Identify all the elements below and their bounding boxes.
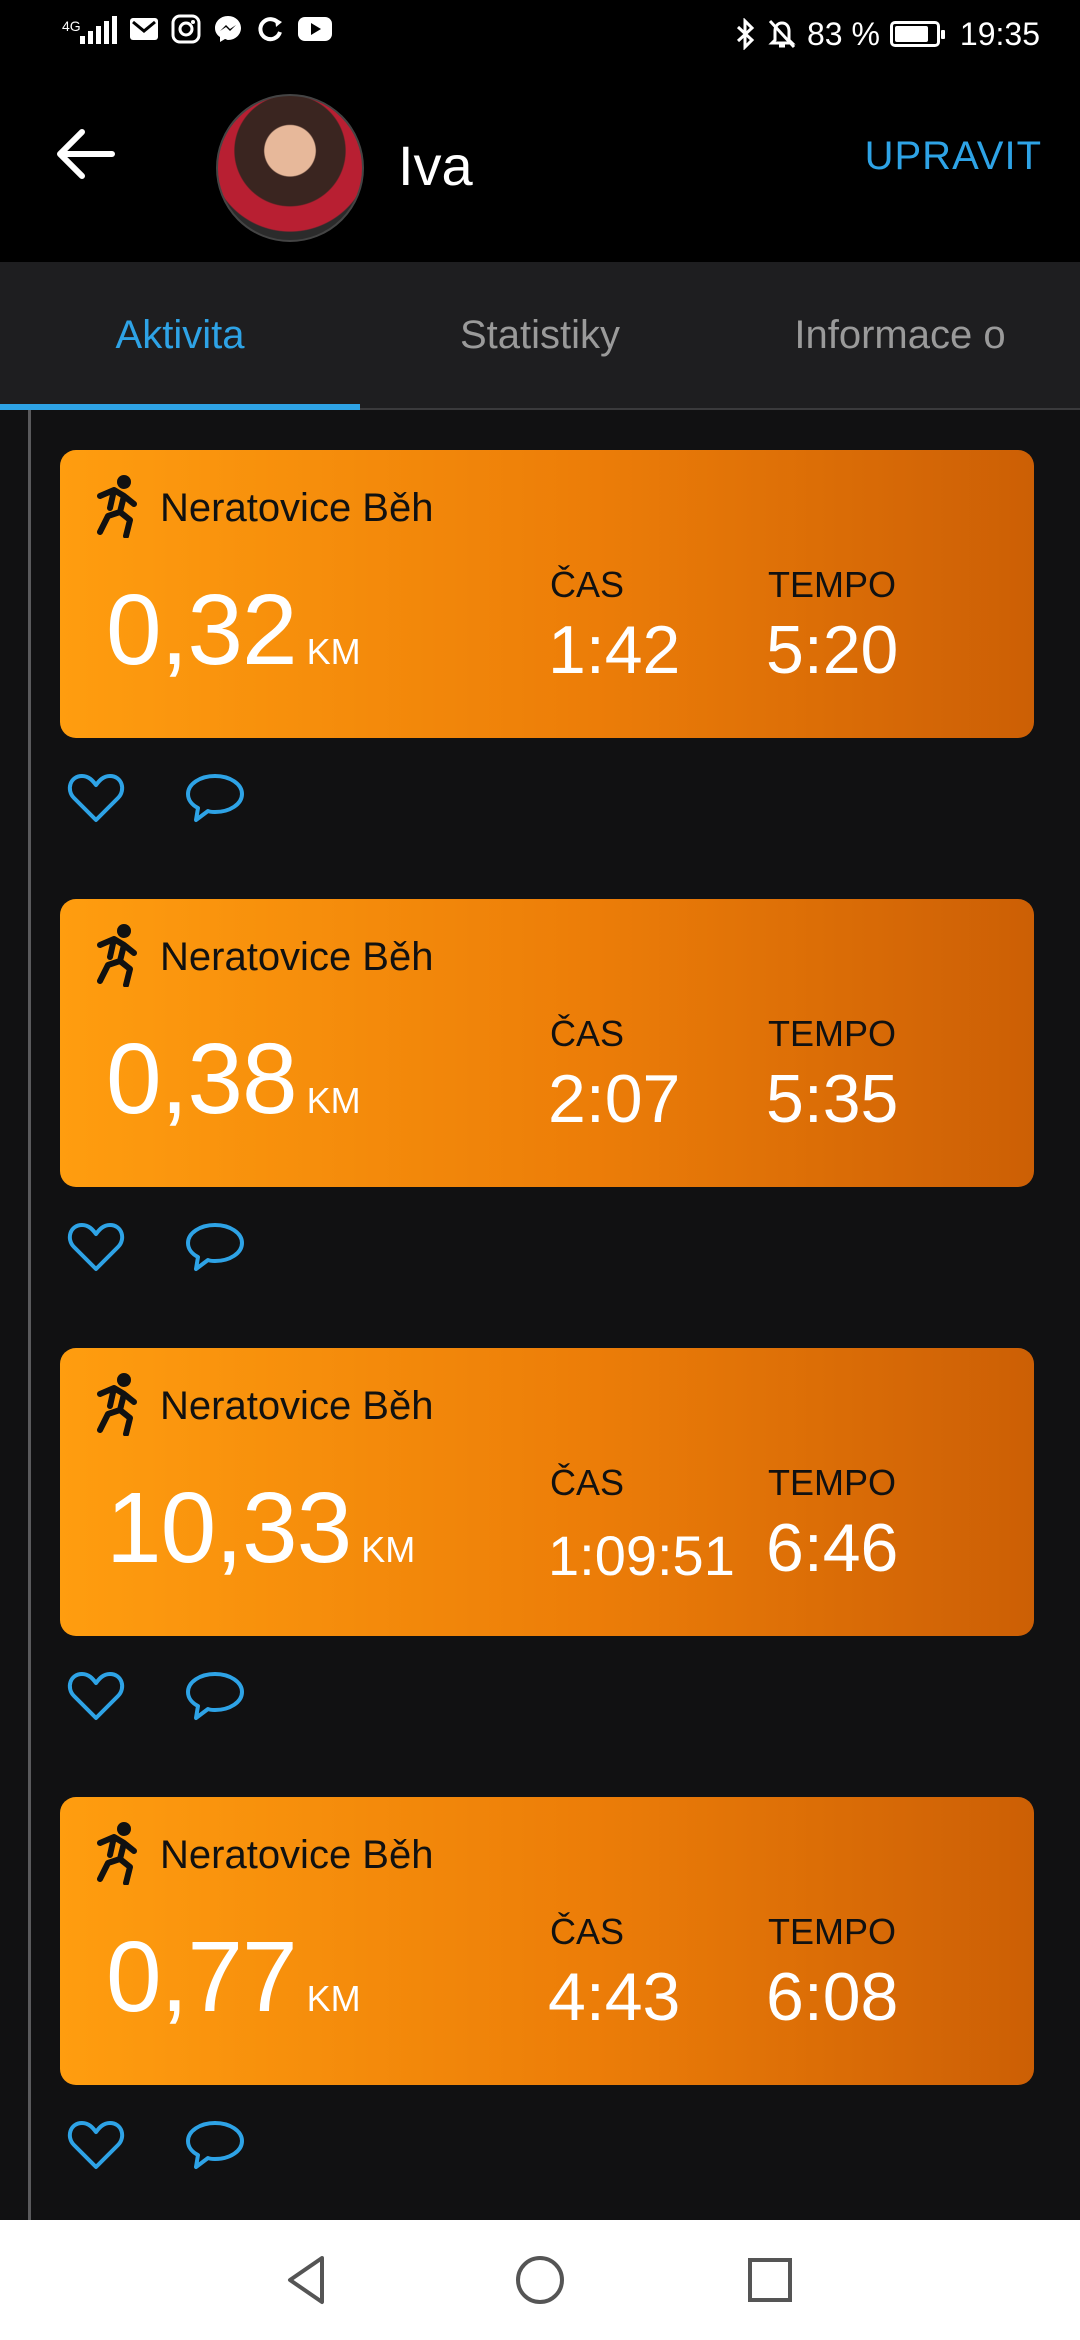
nav-home-icon[interactable] <box>508 2248 572 2312</box>
tab-statistics[interactable]: Statistiky <box>360 262 720 408</box>
pace-label: TEMPO <box>768 564 897 605</box>
status-bar: 4G 83 % 19:35 <box>0 0 1080 72</box>
activity-actions <box>60 2107 360 2197</box>
signal-icon: 4G <box>62 14 117 44</box>
time-value: 1:42 <box>548 612 681 688</box>
activity-actions <box>60 1209 360 1299</box>
activity-title: Neratovice Běh <box>160 935 434 979</box>
sync-icon <box>258 17 282 42</box>
heart-icon[interactable] <box>66 1668 126 1724</box>
activity-actions <box>60 760 360 850</box>
nav-recents-icon[interactable] <box>738 2248 802 2312</box>
distance-unit: KM <box>306 1080 361 1121</box>
pace-value: 6:46 <box>766 1510 899 1586</box>
system-nav-bar <box>0 2220 1080 2340</box>
mute-bell-icon <box>768 19 796 49</box>
comment-icon[interactable] <box>184 770 246 826</box>
activity-distance: 0,38 KM <box>106 1023 361 1135</box>
time-label: ČAS <box>550 1911 625 1952</box>
distance-unit: KM <box>306 1978 361 2019</box>
pace-value: 5:35 <box>766 1061 899 1137</box>
tab-bar: Aktivita Statistiky Informace o <box>0 262 1080 410</box>
activity-distance: 0,77 KM <box>106 1921 361 2033</box>
time-value: 4:43 <box>548 1959 681 2035</box>
activity-distance: 10,33 KM <box>106 1472 416 1584</box>
messenger-icon <box>215 16 241 42</box>
running-icon <box>97 475 137 538</box>
pace-label: TEMPO <box>768 1013 897 1054</box>
pace-label: TEMPO <box>768 1911 897 1952</box>
pace-value: 5:20 <box>766 612 899 688</box>
status-left: 4G <box>62 14 333 44</box>
time-label: ČAS <box>550 1013 625 1054</box>
comment-icon[interactable] <box>184 1219 246 1275</box>
nav-back-icon[interactable] <box>276 2248 340 2312</box>
activity-title: Neratovice Běh <box>160 1384 434 1428</box>
back-arrow-icon[interactable] <box>52 124 122 184</box>
activity-title: Neratovice Běh <box>160 1833 434 1877</box>
time-value: 2:07 <box>548 1061 681 1137</box>
activity-card[interactable]: Neratovice Běh 0,32 KM ČAS 1:42 TEMPO 5:2… <box>60 450 1034 738</box>
activity-title: Neratovice Běh <box>160 486 434 530</box>
pace-value: 6:08 <box>766 1959 899 2035</box>
activity-actions <box>60 1658 360 1748</box>
heart-icon[interactable] <box>66 2117 126 2173</box>
activity-card[interactable]: Neratovice Běh 10,33 KM ČAS 1:09:51 TEMPO… <box>60 1348 1034 1636</box>
battery-percent: 83 % <box>806 16 880 52</box>
instagram-icon <box>171 14 201 44</box>
tab-info[interactable]: Informace o <box>720 262 1080 408</box>
pace-label: TEMPO <box>768 1462 897 1503</box>
edit-button[interactable]: UPRAVIT <box>865 134 1042 179</box>
running-icon <box>97 924 137 987</box>
activity-card[interactable]: Neratovice Běh 0,77 KM ČAS 4:43 TEMPO 6:0… <box>60 1797 1034 2085</box>
comment-icon[interactable] <box>184 2117 246 2173</box>
comment-icon[interactable] <box>184 1668 246 1724</box>
avatar[interactable] <box>216 94 364 242</box>
running-icon <box>97 1822 137 1885</box>
clock: 19:35 <box>959 16 1040 52</box>
activity-card[interactable]: Neratovice Běh 0,38 KM ČAS 2:07 TEMPO 5:3… <box>60 899 1034 1187</box>
status-right: 83 % 19:35 <box>735 14 1040 54</box>
time-label: ČAS <box>550 564 625 605</box>
time-label: ČAS <box>550 1462 625 1503</box>
heart-icon[interactable] <box>66 770 126 826</box>
profile-name: Iva <box>398 134 473 197</box>
mail-icon <box>130 18 158 40</box>
time-value: 1:09:51 <box>548 1524 735 1587</box>
heart-icon[interactable] <box>66 1219 126 1275</box>
tab-activity[interactable]: Aktivita <box>0 262 360 408</box>
running-icon <box>97 1373 137 1436</box>
battery-icon <box>889 21 945 47</box>
distance-unit: KM <box>361 1529 416 1570</box>
timeline-line <box>28 410 31 2220</box>
bluetooth-icon <box>736 18 755 50</box>
active-tab-indicator <box>0 404 360 410</box>
activity-distance: 0,32 KM <box>106 574 361 686</box>
distance-unit: KM <box>306 631 361 672</box>
profile-header: Iva UPRAVIT <box>0 72 1080 262</box>
youtube-icon <box>298 17 332 41</box>
